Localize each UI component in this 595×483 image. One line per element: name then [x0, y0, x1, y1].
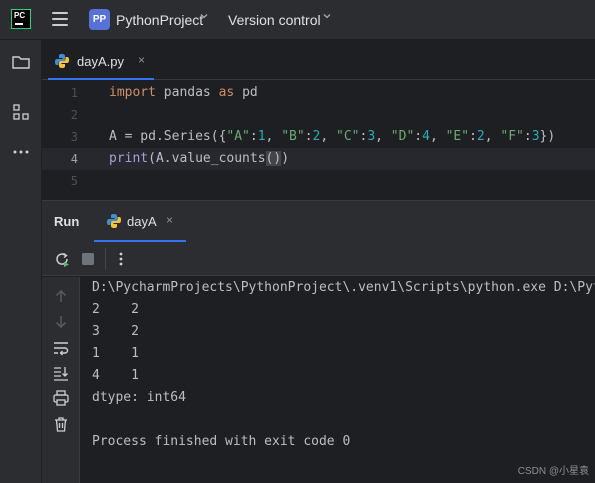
editor-tab-daya[interactable]: dayA.py × — [48, 48, 154, 80]
run-header: Run dayA × — [42, 201, 595, 242]
line-number-gutter: 1 2 3 4 5 — [42, 82, 100, 192]
run-title: Run — [54, 214, 80, 229]
python-file-icon — [106, 213, 122, 232]
run-toolbar — [42, 242, 595, 276]
scroll-up-icon[interactable] — [52, 287, 70, 305]
code-token: , — [429, 129, 446, 144]
logo-text: PC — [14, 11, 26, 20]
console-side-toolbar — [42, 277, 80, 483]
tab-label: dayA.py — [77, 54, 124, 69]
structure-icon[interactable] — [11, 102, 31, 122]
line-number: 5 — [70, 174, 78, 188]
code-token: "E" — [445, 129, 470, 144]
print-icon[interactable] — [52, 389, 70, 407]
line-number: 4 — [70, 152, 78, 166]
code-token: : — [304, 129, 313, 144]
toolbar-divider — [105, 248, 106, 270]
tool-window-strip — [0, 40, 42, 483]
code-token: : — [249, 129, 258, 144]
console-line: Process finished with exit code 0 — [92, 434, 351, 449]
run-tab-label: dayA — [127, 214, 157, 229]
console-line: dtype: int64 — [92, 390, 186, 405]
code-token: print — [109, 151, 149, 166]
code-token: 3 — [367, 129, 376, 144]
chevron-down-icon[interactable] — [199, 11, 209, 24]
code-line: import pandas as pd — [109, 82, 555, 104]
rerun-icon[interactable] — [53, 250, 71, 271]
code-token: }) — [539, 129, 556, 144]
run-tool-window: Run dayA × D:\PycharmProjects\PythonProj… — [42, 200, 595, 483]
code-token: as — [218, 85, 235, 100]
code-token: , — [375, 129, 391, 144]
code-token: : — [414, 129, 423, 144]
title-bar: PC PP PythonProject Version control — [0, 0, 595, 40]
code-token: , — [320, 129, 336, 144]
folder-icon[interactable] — [11, 52, 31, 72]
code-token: (A.value_counts — [148, 151, 266, 166]
code-token: () — [265, 151, 282, 166]
editor-tab-bar: dayA.py × — [42, 40, 595, 80]
code-token: 3 — [531, 129, 540, 144]
hamburger-menu-icon[interactable] — [52, 12, 68, 26]
code-line: A = pd.Series({"A":1, "B":2, "C":3, "D":… — [109, 126, 555, 148]
code-token: 1 — [257, 129, 266, 144]
code-editor[interactable]: dayA.py × 1 2 3 4 5 import pandas as pd A = … — [42, 40, 595, 200]
pycharm-logo[interactable]: PC — [11, 9, 31, 29]
code-token: : — [523, 129, 532, 144]
code-token: pandas — [155, 85, 219, 100]
code-token: 4 — [422, 129, 430, 144]
console-line: 2 2 — [92, 302, 139, 317]
code-token: import — [109, 85, 156, 100]
project-badge[interactable]: PP — [89, 9, 110, 30]
watermark: CSDN @小星袁 — [517, 466, 589, 477]
active-tab-indicator — [48, 78, 154, 80]
code-token: 2 — [476, 129, 485, 144]
code-token: A = pd.Series({ — [109, 129, 227, 144]
close-icon[interactable]: × — [166, 213, 173, 227]
code-line: print(A.value_counts()) — [109, 148, 555, 170]
code-area[interactable]: import pandas as pd A = pd.Series({"A":1… — [109, 82, 555, 192]
console-output[interactable]: D:\PycharmProjects\PythonProject\.venv1\… — [92, 277, 595, 453]
chevron-down-icon[interactable] — [322, 11, 332, 24]
close-icon[interactable]: × — [138, 53, 145, 67]
code-token: ) — [281, 151, 290, 166]
code-token: "B" — [281, 129, 305, 144]
line-number: 1 — [70, 86, 78, 100]
python-file-icon — [54, 53, 70, 72]
scroll-down-icon[interactable] — [52, 313, 70, 331]
code-token: pd — [234, 85, 258, 100]
code-token: , — [484, 129, 501, 144]
code-token: , — [265, 129, 282, 144]
console-line: 1 1 — [92, 346, 139, 361]
more-icon[interactable] — [11, 142, 31, 162]
soft-wrap-icon[interactable] — [52, 339, 70, 357]
more-vertical-icon[interactable] — [114, 250, 128, 271]
line-number: 3 — [70, 130, 78, 144]
console-line: 3 2 — [92, 324, 139, 339]
line-number: 2 — [70, 108, 78, 122]
code-token: "D" — [390, 129, 415, 144]
console-line: D:\PycharmProjects\PythonProject\.venv1\… — [92, 280, 595, 295]
code-token: "C" — [336, 129, 360, 144]
scroll-to-end-icon[interactable] — [52, 364, 70, 382]
console-line: 4 1 — [92, 368, 139, 383]
trash-icon[interactable] — [52, 415, 70, 433]
version-control-menu[interactable]: Version control — [228, 12, 321, 28]
code-token: "A" — [226, 129, 250, 144]
stop-icon[interactable] — [81, 252, 95, 269]
code-token: "F" — [500, 129, 524, 144]
code-token: : — [469, 129, 477, 144]
project-name[interactable]: PythonProject — [116, 12, 203, 28]
run-tab-daya[interactable]: dayA × — [94, 208, 186, 242]
